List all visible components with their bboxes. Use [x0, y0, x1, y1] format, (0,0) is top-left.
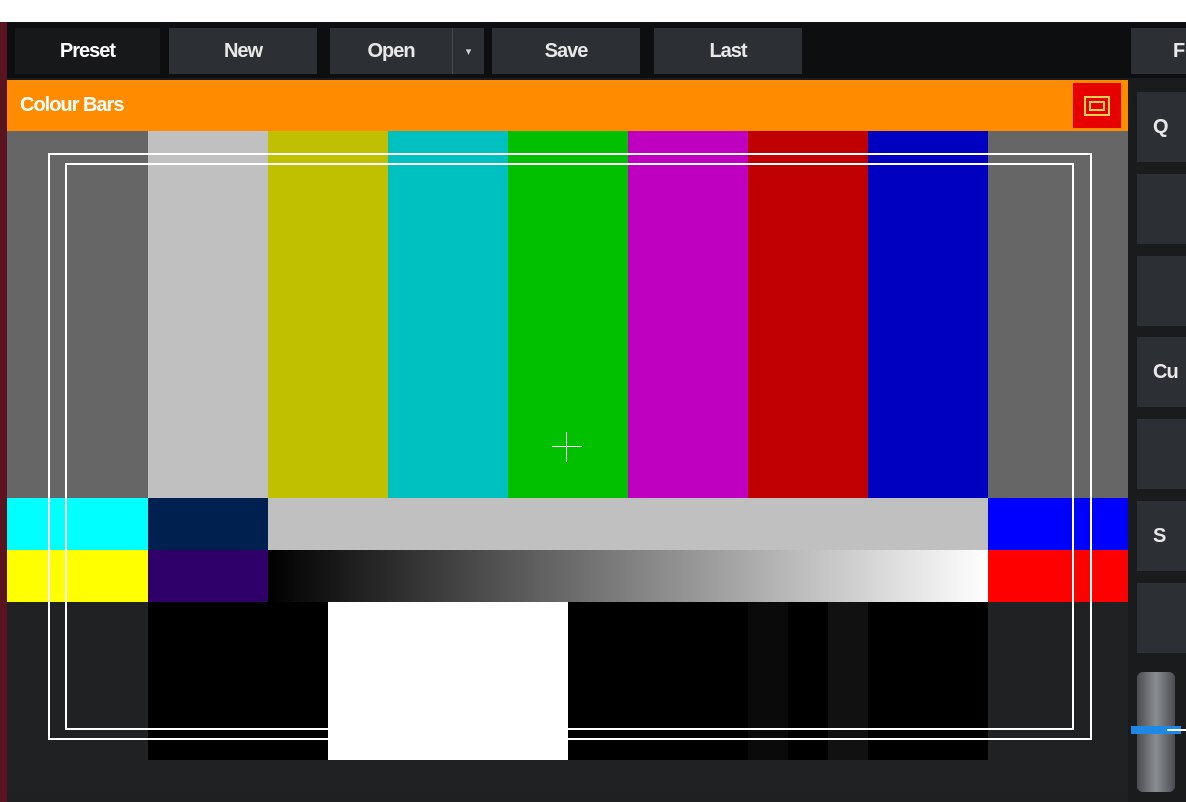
- input-window: Preset New Open ▾ Save Last F Colour Bar…: [0, 22, 1186, 802]
- input-title-bar: Colour Bars: [7, 80, 1128, 131]
- right-button-2[interactable]: [1137, 174, 1186, 244]
- window-left-border: [0, 22, 7, 802]
- toolbar: Preset New Open ▾ Save Last F: [7, 22, 1186, 78]
- bottom-bar: [7, 793, 1128, 802]
- right-button-1[interactable]: Q: [1137, 92, 1186, 162]
- save-button[interactable]: Save: [492, 28, 640, 74]
- right-button-7[interactable]: [1137, 583, 1186, 653]
- colour-bars-preview[interactable]: [7, 131, 1128, 793]
- right-button-6[interactable]: S: [1137, 501, 1186, 571]
- right-toolbar-button[interactable]: F: [1131, 28, 1186, 74]
- right-button-5[interactable]: [1137, 419, 1186, 489]
- right-button-column: Q Cu S: [1128, 80, 1186, 802]
- slider-indicator-line: [1167, 729, 1186, 731]
- right-button-4[interactable]: Cu: [1137, 337, 1186, 407]
- center-crosshair-icon: [552, 432, 582, 462]
- new-button[interactable]: New: [169, 28, 317, 74]
- fullscreen-icon: [1084, 95, 1110, 116]
- preset-tab[interactable]: Preset: [15, 28, 160, 74]
- open-button[interactable]: Open: [330, 28, 452, 74]
- input-title: Colour Bars: [20, 94, 124, 116]
- last-button[interactable]: Last: [654, 28, 802, 74]
- transition-slider[interactable]: [1131, 672, 1186, 792]
- top-window-strip: [0, 0, 1186, 22]
- fullscreen-button[interactable]: [1073, 83, 1121, 128]
- open-dropdown-chevron-icon[interactable]: ▾: [452, 28, 484, 74]
- right-button-3[interactable]: [1137, 256, 1186, 326]
